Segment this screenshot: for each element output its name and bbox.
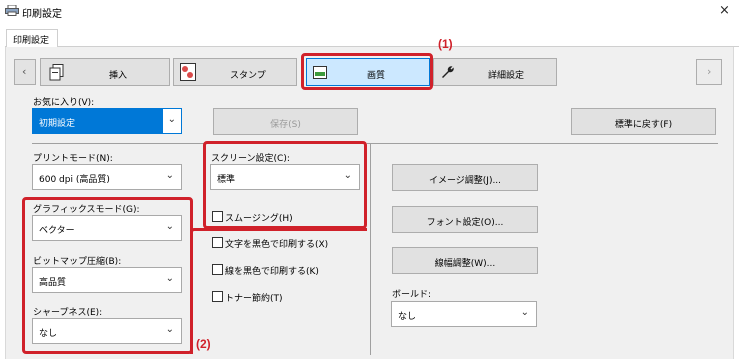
tab-label: 印刷設定 [13,36,50,46]
line-width-label: 線幅調整(W)... [434,259,496,269]
annotation-2-box-middle [190,228,367,354]
save-button-label: 保存(S) [270,120,301,130]
annotation-2-label: (2) [196,337,211,351]
reset-default-button[interactable]: 標準に戻す(F) [571,108,716,135]
chevron-left-icon: ‹ [22,65,27,78]
reset-button-label: 標準に戻す(F) [614,120,673,130]
image-adjust-label: イメージ調整(J)... [428,176,502,186]
chevron-right-icon: › [707,65,712,78]
category-label: 詳細設定 [488,71,525,81]
divider [367,143,718,144]
insert-icon [49,64,64,81]
chevron-down-icon: ⌄ [167,114,176,125]
favorites-select[interactable]: 初期設定 ⌄ [32,108,182,134]
print-mode-label: プリントモード(N): [33,154,113,164]
annotation-2-box-left [22,197,193,354]
font-settings-label: フォント設定(O)... [426,218,504,228]
category-label: 挿入 [109,71,128,81]
title-bar: 印刷設定 × [0,0,739,22]
favorites-label: お気に入り(V): [33,98,95,108]
image-adjust-button[interactable]: イメージ調整(J)... [392,164,538,191]
bold-label: ボールド: [392,290,432,300]
category-stamp-button[interactable]: スタンプ [173,58,297,86]
category-insert-button[interactable]: 挿入 [40,58,170,86]
favorites-value: 初期設定 [39,119,76,129]
category-advanced-button[interactable]: 詳細設定 [433,58,557,86]
bold-select[interactable]: なし ⌄ [391,301,537,327]
dropdown-button: ⌄ [163,109,181,133]
line-width-button[interactable]: 線幅調整(W)... [392,247,538,274]
scroll-left-button[interactable]: ‹ [14,59,36,85]
category-label: スタンプ [230,71,266,81]
annotation-1-box [301,53,433,90]
font-settings-button[interactable]: フォント設定(O)... [392,206,538,233]
window-title: 印刷設定 [22,9,62,20]
bold-value: なし [398,312,417,322]
print-mode-value: 600 dpi (高品質) [39,175,110,185]
vertical-divider [370,143,371,355]
printer-icon [5,5,19,16]
stamp-icon [180,63,196,81]
annotation-2-box-screen [203,141,367,229]
save-button[interactable]: 保存(S) [213,108,358,135]
scroll-right-button[interactable]: › [696,59,722,85]
chevron-down-icon: ⌄ [165,170,174,181]
divider [32,143,204,144]
print-mode-select[interactable]: 600 dpi (高品質) ⌄ [32,164,182,190]
close-icon[interactable]: × [719,3,730,18]
wrench-icon [442,66,454,78]
tab-print-settings[interactable]: 印刷設定 [6,29,58,47]
chevron-down-icon: ⌄ [520,307,529,318]
annotation-1-label: (1) [438,37,453,51]
